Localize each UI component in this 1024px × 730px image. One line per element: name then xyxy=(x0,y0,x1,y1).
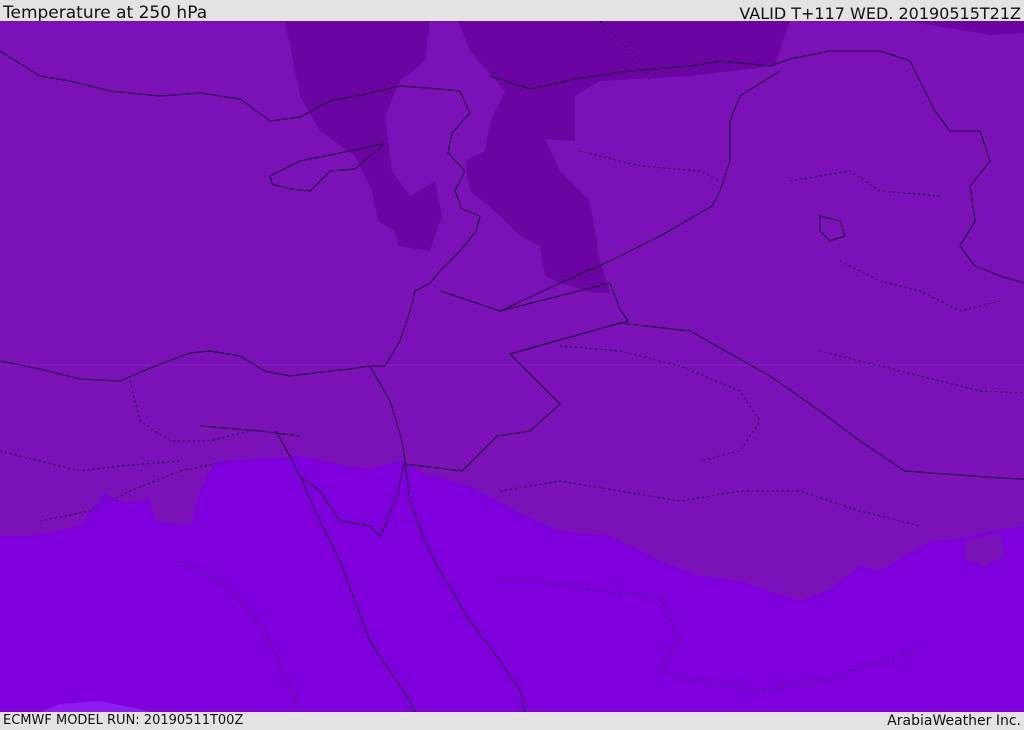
header-bar: Temperature at 250 hPa VALID T+117 WED. … xyxy=(0,0,1024,23)
footer-bar: ECMWF MODEL RUN: 20190511T00Z ArabiaWeat… xyxy=(0,712,1024,729)
model-run: ECMWF MODEL RUN: 20190511T00Z xyxy=(3,713,244,728)
weather-map xyxy=(0,21,1024,712)
brand-credit: ArabiaWeather Inc. xyxy=(887,713,1021,729)
map-title: Temperature at 250 hPa xyxy=(3,3,208,23)
